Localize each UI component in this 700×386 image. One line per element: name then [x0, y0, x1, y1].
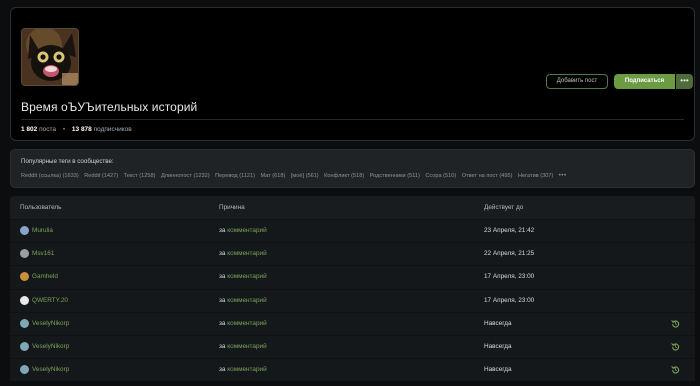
table-row: VeselyNikorp за комментарий Навсегда — [10, 311, 695, 335]
user-avatar[interactable] — [20, 318, 29, 328]
tag-item[interactable]: Reddit (ссылка) (1633) — [21, 173, 79, 179]
user-cell[interactable]: Gamheld — [20, 272, 58, 282]
username-link[interactable]: VeselyNikorp — [32, 366, 69, 373]
reason-comment-link[interactable]: комментарий — [227, 227, 266, 234]
reason-prefix: за — [219, 296, 226, 304]
until-cell: 17 Апреля, 23:00 — [484, 296, 535, 304]
username-link[interactable]: Murulia — [32, 227, 53, 234]
tag-item[interactable]: Мат (618) — [260, 173, 285, 179]
more-options-button[interactable]: ••• — [676, 74, 693, 89]
reason-cell: за комментарий — [219, 320, 267, 327]
column-header-until: Действует до — [484, 204, 524, 211]
user-avatar[interactable] — [20, 295, 29, 305]
tag-item[interactable]: [моё] (561) — [291, 173, 319, 179]
popular-tags-title: Популярные теги в сообществе: — [21, 158, 114, 165]
reason-comment-link[interactable]: комментарий — [227, 297, 266, 304]
reason-prefix: за — [219, 366, 226, 374]
user-avatar[interactable] — [20, 365, 29, 375]
until-cell: Навсегда — [484, 319, 512, 327]
tag-item[interactable]: Длиннопост (1232) — [161, 173, 210, 179]
user-avatar[interactable] — [20, 341, 29, 351]
user-avatar[interactable] — [20, 272, 29, 282]
cat-avatar-image — [22, 29, 78, 85]
more-tags-button[interactable]: ••• — [559, 173, 567, 179]
bans-table: Пользователь Причина Действует до Muruli… — [10, 196, 695, 382]
community-stats: 1 802 поста • 13 878 подписчиков — [21, 126, 132, 133]
header-divider — [21, 119, 684, 120]
reason-comment-link[interactable]: комментарий — [227, 320, 266, 327]
tag-item[interactable]: Reddit (1427) — [84, 173, 118, 179]
until-cell: 22 Апреля, 21:25 — [484, 250, 535, 258]
subscribers-label: подписчиков — [93, 126, 132, 133]
tag-item[interactable]: Негатив (307) — [518, 173, 553, 179]
popular-tags-panel: Популярные теги в сообществе: Reddit (сс… — [10, 149, 695, 188]
reason-cell: за комментарий — [219, 250, 267, 257]
tag-item[interactable]: Ссора (510) — [425, 173, 456, 179]
posts-count: 1 802 — [21, 126, 38, 133]
reason-prefix: за — [219, 319, 226, 327]
reason-cell: за комментарий — [219, 366, 267, 373]
column-header-user: Пользователь — [20, 204, 62, 211]
user-cell[interactable]: Msv161 — [20, 249, 54, 259]
table-row: QWERTY.20 за комментарий 17 Апреля, 23:00 — [10, 288, 695, 312]
tag-item[interactable]: Конфликт (518) — [324, 173, 364, 179]
user-avatar[interactable] — [20, 249, 29, 259]
posts-label: поста — [39, 126, 56, 133]
reason-prefix: за — [219, 273, 226, 281]
stats-separator: • — [62, 126, 66, 133]
username-link[interactable]: VeselyNikorp — [32, 320, 69, 327]
reason-comment-link[interactable]: комментарий — [227, 343, 266, 350]
reason-comment-link[interactable]: комментарий — [227, 273, 266, 280]
username-link[interactable]: Msv161 — [32, 250, 54, 257]
user-cell[interactable]: Murulia — [20, 226, 53, 235]
table-row: Murulia за комментарий 23 Апреля, 21:42 — [10, 219, 695, 243]
username-link[interactable]: VeselyNikorp — [32, 343, 69, 350]
restore-icon[interactable] — [671, 342, 680, 351]
table-row: VeselyNikorp за комментарий Навсегда — [10, 334, 695, 359]
user-cell[interactable]: VeselyNikorp — [20, 341, 69, 351]
until-cell: 23 Апреля, 21:42 — [484, 227, 535, 234]
until-cell: Навсегда — [484, 366, 512, 374]
until-cell: 17 Апреля, 23:00 — [484, 273, 535, 281]
until-cell: Навсегда — [484, 342, 512, 350]
user-cell[interactable]: VeselyNikorp — [20, 318, 69, 328]
table-header: Пользователь Причина Действует до — [10, 196, 695, 219]
table-row: VeselyNikorp за комментарий Навсегда — [10, 358, 695, 382]
tag-item[interactable]: Ответ на пост (495) — [462, 173, 513, 179]
reason-cell: за комментарий — [219, 227, 267, 234]
user-avatar[interactable] — [20, 226, 29, 235]
reason-comment-link[interactable]: комментарий — [227, 366, 266, 373]
reason-prefix: за — [219, 227, 226, 234]
community-avatar[interactable] — [21, 28, 79, 86]
reason-comment-link[interactable]: комментарий — [227, 250, 266, 257]
table-row: Msv161 за комментарий 22 Апреля, 21:25 — [10, 242, 695, 266]
reason-prefix: за — [219, 250, 226, 258]
community-title: Время оЪУЪительных историй — [21, 100, 198, 114]
reason-prefix: за — [219, 342, 226, 350]
add-post-button[interactable]: Добавить пост — [546, 74, 608, 89]
table-row: Gamheld за комментарий 17 Апреля, 23:00 — [10, 265, 695, 289]
username-link[interactable]: QWERTY.20 — [32, 297, 68, 304]
tag-list: Reddit (ссылка) (1633) Reddit (1427) Тек… — [21, 173, 567, 179]
tag-item[interactable]: Родственники (511) — [370, 173, 420, 179]
tag-item[interactable]: Текст (1258) — [124, 173, 156, 179]
table-body: Murulia за комментарий 23 Апреля, 21:42 Msv… — [10, 219, 695, 382]
reason-cell: за комментарий — [219, 297, 267, 304]
reason-cell: за комментарий — [219, 343, 267, 350]
restore-icon[interactable] — [671, 365, 680, 374]
user-cell[interactable]: VeselyNikorp — [20, 365, 69, 375]
restore-icon[interactable] — [671, 319, 680, 328]
username-link[interactable]: Gamheld — [32, 273, 58, 280]
subscribers-count: 13 878 — [71, 126, 92, 133]
community-header: Время оЪУЪительных историй Добавить пост… — [10, 7, 695, 141]
subscribe-button[interactable]: Подписаться — [614, 74, 675, 89]
tag-item[interactable]: Перевод (1121) — [215, 173, 255, 179]
reason-cell: за комментарий — [219, 273, 267, 280]
column-header-reason: Причина — [219, 204, 245, 211]
user-cell[interactable]: QWERTY.20 — [20, 295, 68, 305]
